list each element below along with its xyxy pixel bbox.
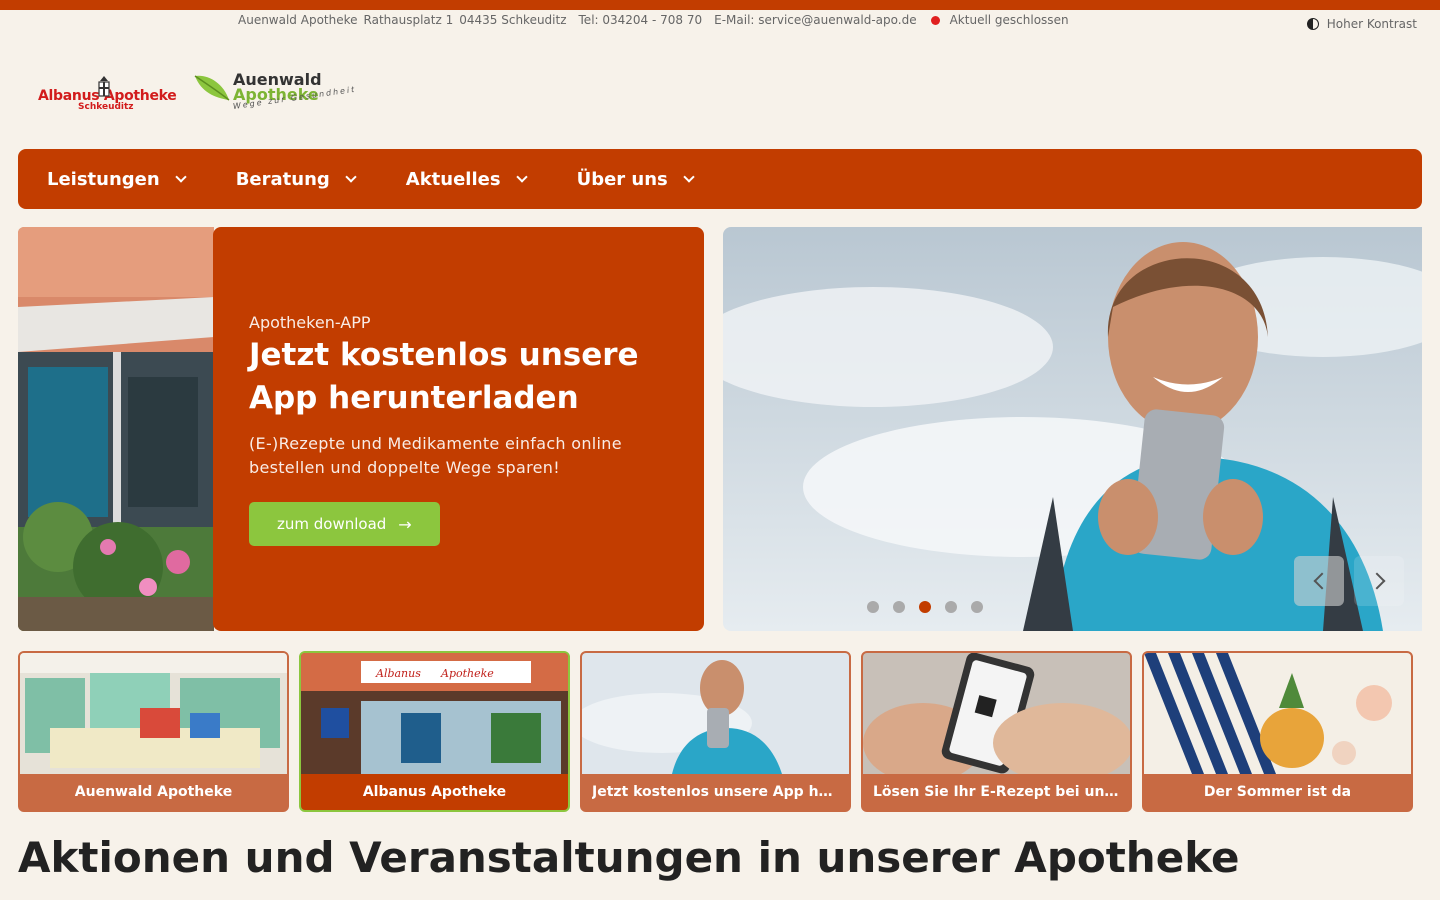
leaf-icon <box>194 75 230 101</box>
hero-content-panel: Apotheken-APP Jetzt kostenlos unsere App… <box>213 227 704 631</box>
slider-next-button[interactable] <box>1354 556 1404 606</box>
top-stripe <box>0 0 1440 10</box>
pharmacy-name: Auenwald Apotheke <box>238 13 358 27</box>
slider-thumbnails: Auenwald Apotheke Albanus Apotheke Alban… <box>18 651 1423 812</box>
chevron-down-icon <box>515 171 528 183</box>
hero-eyebrow: Apotheken-APP <box>249 313 371 332</box>
slider-dot[interactable] <box>867 601 879 613</box>
svg-text:Apotheke: Apotheke <box>440 667 494 680</box>
slider-dot[interactable] <box>945 601 957 613</box>
slider-dot[interactable] <box>971 601 983 613</box>
nav-item-aktuelles[interactable]: Aktuelles <box>405 168 528 190</box>
info-bar: Auenwald Apotheke Rathausplatz 1 04435 S… <box>238 13 1075 27</box>
slider-dot[interactable] <box>919 601 931 613</box>
phone-link[interactable]: Tel: 034204 - 708 70 <box>579 13 703 27</box>
chevron-left-icon <box>1313 572 1330 590</box>
albanus-logo-subtitle: Schkeuditz <box>78 102 134 112</box>
auenwald-logo[interactable]: Auenwald Apotheke Wege zur Gesundheit <box>193 68 357 118</box>
chevron-right-icon <box>1368 572 1385 590</box>
hero-title: Jetzt kostenlos unsere App herunterladen <box>249 337 639 416</box>
nav-item-beratung[interactable]: Beratung <box>235 168 357 190</box>
nav-item-label: Leistungen <box>47 168 160 190</box>
thumbnail-image <box>20 653 287 774</box>
thumbnail-label: Auenwald Apotheke <box>74 784 233 800</box>
high-contrast-label: Hoher Kontrast <box>1326 17 1417 31</box>
chevron-down-icon <box>175 171 187 183</box>
nav-item-label: Über uns <box>576 168 668 190</box>
chevron-down-icon <box>683 171 695 183</box>
address-street: Rathausplatz 1 <box>363 13 454 27</box>
section-title: Aktionen und Veranstaltungen in unserer … <box>18 833 1240 882</box>
thumbnail-image <box>582 653 849 774</box>
contrast-icon <box>1306 18 1319 30</box>
thumbnail-auenwald-apotheke[interactable]: Auenwald Apotheke <box>18 651 289 812</box>
thumbnail-e-rezept[interactable]: Lösen Sie Ihr E-Rezept bei uns ein <box>861 651 1132 812</box>
arrow-right-icon: → <box>398 514 412 534</box>
email-link[interactable]: E-Mail: service@auenwald-apo.de <box>714 13 916 27</box>
pharmacy-storefront-image <box>18 227 214 631</box>
hero-description: (E-)Rezepte und Medikamente einfach onli… <box>249 434 622 477</box>
slider-prev-button[interactable] <box>1294 556 1344 606</box>
thumbnail-albanus-apotheke[interactable]: Albanus Apotheke Albanus Apotheke <box>299 651 570 812</box>
download-button[interactable]: zum download → <box>249 502 440 546</box>
download-button-label: zum download <box>277 515 387 533</box>
chevron-down-icon <box>345 171 357 183</box>
main-navigation: Leistungen Beratung Aktuelles Über uns <box>18 149 1422 209</box>
opening-status: Aktuell geschlossen <box>949 13 1069 27</box>
slider-dots <box>867 601 997 613</box>
status-dot-icon <box>930 15 940 25</box>
logos: Albanus Apotheke Schkeuditz Auenwald Apo… <box>38 68 357 118</box>
thumbnail-label: Der Sommer ist da <box>1203 784 1352 800</box>
svg-text:Albanus: Albanus <box>375 667 421 680</box>
nav-item-label: Aktuelles <box>405 168 501 190</box>
albanus-logo[interactable]: Albanus Apotheke Schkeuditz <box>38 68 183 116</box>
slider-dot[interactable] <box>893 601 905 613</box>
thumbnail-label: Albanus Apotheke <box>362 784 507 800</box>
thumbnail-label: Lösen Sie Ihr E-Rezept bei uns ein <box>873 784 1120 800</box>
high-contrast-toggle[interactable]: Hoher Kontrast <box>1306 17 1417 31</box>
thumbnail-image <box>863 653 1130 774</box>
address-city: 04435 Schkeuditz <box>459 13 567 27</box>
nav-item-leistungen[interactable]: Leistungen <box>47 168 187 190</box>
thumbnail-label: Jetzt kostenlos unsere App herunterladen <box>592 784 839 800</box>
thumbnail-image: Albanus Apotheke <box>301 653 568 774</box>
albanus-seal-icon <box>98 76 110 97</box>
thumbnail-sommer[interactable]: Der Sommer ist da <box>1142 651 1413 812</box>
thumbnail-app-download[interactable]: Jetzt kostenlos unsere App herunterladen <box>580 651 851 812</box>
hero-slider: Apotheken-APP Jetzt kostenlos unsere App… <box>18 227 1422 631</box>
nav-item-ueber-uns[interactable]: Über uns <box>576 168 695 190</box>
nav-item-label: Beratung <box>235 168 330 190</box>
thumbnail-image <box>1144 653 1411 774</box>
